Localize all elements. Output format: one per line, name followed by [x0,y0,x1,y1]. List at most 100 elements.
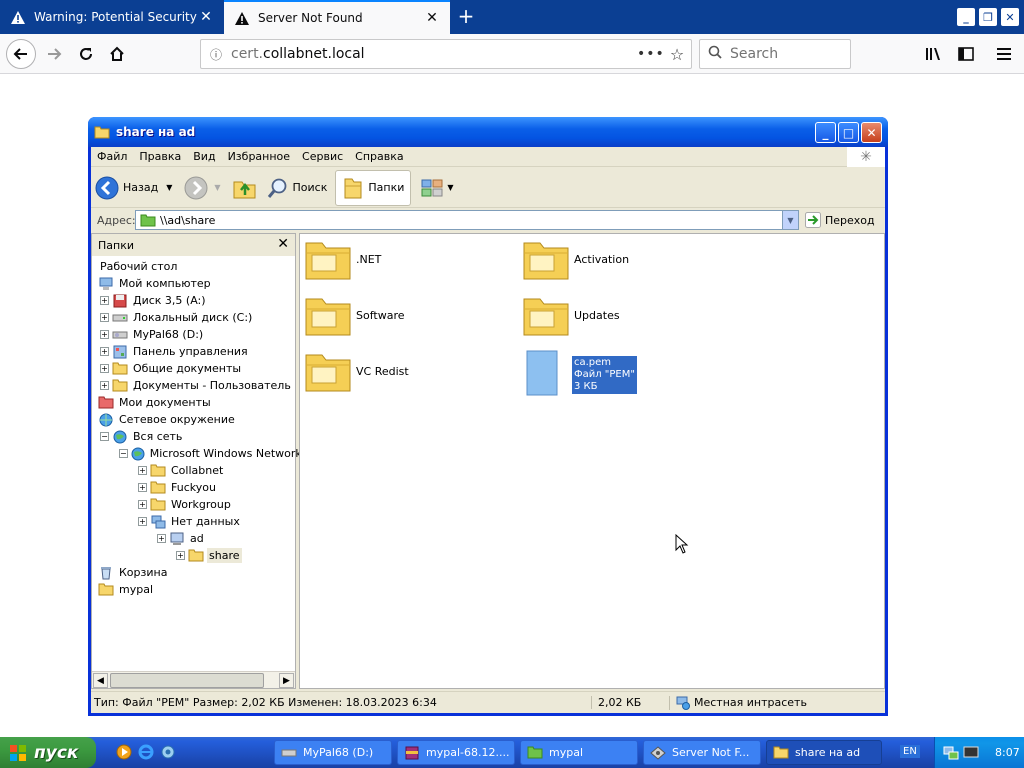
expand-toggle-icon[interactable]: + [100,364,109,373]
forward-button[interactable]: ▼ [180,170,224,206]
task-mypal68-drive[interactable]: MyPal68 (D:) [274,740,392,765]
folder-item-updates[interactable]: Updates [522,292,620,338]
collapse-toggle-icon[interactable]: − [119,449,128,458]
page-actions-icon[interactable]: ••• [637,46,664,62]
tree-item-share[interactable]: + share [92,547,295,564]
expand-toggle-icon[interactable]: + [100,313,109,322]
tree-item-ms-windows-network[interactable]: − Microsoft Windows Network [92,445,302,462]
views-button[interactable]: ▼ [417,170,457,206]
close-window-button[interactable]: ✕ [1001,8,1019,26]
home-button[interactable] [103,40,131,68]
expand-toggle-icon[interactable]: + [157,534,166,543]
media-player-icon[interactable] [116,744,132,760]
folder-item-activation[interactable]: Activation [522,236,629,282]
task-mypal-archive[interactable]: mypal-68.12.... [397,740,515,765]
minimize-window-button[interactable]: _ [957,8,975,26]
expand-toggle-icon[interactable]: + [100,347,109,356]
dropdown-arrow-icon[interactable]: ▼ [166,183,172,192]
library-button[interactable] [920,40,948,68]
language-indicator[interactable]: EN [900,745,920,758]
folders-button[interactable]: Папки [335,169,412,206]
reload-button[interactable] [72,40,100,68]
scroll-thumb[interactable] [110,673,264,688]
expand-toggle-icon[interactable]: + [138,517,147,526]
menu-button[interactable] [990,40,1018,68]
close-tab-icon[interactable]: ✕ [424,10,440,26]
tree-item-shared-docs[interactable]: + Общие документы [92,360,295,377]
scroll-left-icon[interactable]: ◀ [93,673,108,688]
tree-item-workgroup[interactable]: + Workgroup [92,496,295,513]
expand-toggle-icon[interactable]: + [100,381,109,390]
tab-server-not-found[interactable]: Server Not Found ✕ [224,0,450,34]
task-mypal-folder[interactable]: mypal [520,740,638,765]
explorer-title-bar[interactable]: share на ad _ □ ✕ [88,117,888,147]
monitor-tray-icon[interactable] [963,745,979,761]
bookmark-star-icon[interactable]: ☆ [663,45,691,64]
expand-toggle-icon[interactable]: + [138,500,147,509]
network-tray-icon[interactable] [943,745,959,761]
new-tab-button[interactable]: + [454,4,478,28]
menu-favorites[interactable]: Избранное [222,150,296,163]
tab-security-warning[interactable]: Warning: Potential Security Risk Ahead ✕ [0,0,224,34]
tree-item-collabnet[interactable]: + Collabnet [92,462,295,479]
folder-icon [773,745,789,761]
maximize-button[interactable]: □ [838,122,859,143]
folder-item-software[interactable]: Software [304,292,405,338]
menu-edit[interactable]: Правка [133,150,187,163]
back-button[interactable] [6,39,36,69]
tree-item-entire-network[interactable]: − Вся сеть [92,428,295,445]
expand-toggle-icon[interactable]: + [176,551,185,560]
tree-item-my-computer[interactable]: Мой компьютер [92,275,295,292]
search-button[interactable]: Поиск [263,170,332,206]
internet-explorer-icon[interactable] [138,744,154,760]
sidebar-button[interactable] [952,40,980,68]
tree-item-control-panel[interactable]: + Панель управления [92,343,295,360]
sidebar-icon [958,47,974,61]
minimize-button[interactable]: _ [815,122,836,143]
tree-item-ad[interactable]: + ad [92,530,295,547]
task-share-on-ad[interactable]: share на ad [766,740,882,765]
collapse-toggle-icon[interactable]: − [100,432,109,441]
menu-view[interactable]: Вид [187,150,221,163]
tree-item-fuckyou[interactable]: + Fuckyou [92,479,295,496]
up-folder-button[interactable] [229,170,261,206]
expand-toggle-icon[interactable]: + [138,466,147,475]
folder-item-vc-redist[interactable]: VC Redist [304,348,409,394]
tree-item-no-data[interactable]: + Нет данных [92,513,295,530]
close-button[interactable]: ✕ [861,122,882,143]
menu-file[interactable]: Файл [91,150,133,163]
close-pane-icon[interactable]: ✕ [277,236,289,252]
folder-item-dotnet[interactable]: .NET [304,236,381,282]
tree-item-drive-c[interactable]: + Локальный диск (C:) [92,309,295,326]
menu-tools[interactable]: Сервис [296,150,349,163]
scroll-right-icon[interactable]: ▶ [279,673,294,688]
address-dropdown-icon[interactable]: ▼ [782,211,798,229]
tree-item-desktop[interactable]: Рабочий стол [92,258,295,275]
tree-item-mypal[interactable]: mypal [92,581,295,598]
menu-help[interactable]: Справка [349,150,409,163]
horizontal-scrollbar[interactable]: ◀ ▶ [92,671,295,688]
forward-button[interactable] [40,40,68,68]
globe-icon [131,447,145,461]
info-icon[interactable]: ⓘ [201,46,231,63]
tree-item-user-docs[interactable]: + Документы - Пользователь [92,377,295,394]
start-button[interactable]: пуск [0,737,96,768]
tree-item-drive-d[interactable]: + MyPal68 (D:) [92,326,295,343]
go-button[interactable]: Переход [805,212,875,228]
tree-item-my-documents[interactable]: Мои документы [92,394,295,411]
address-field[interactable]: \\ad\share ▼ [135,210,799,230]
task-browser[interactable]: Server Not F... [643,740,761,765]
settings-icon[interactable] [160,744,176,760]
close-tab-icon[interactable]: ✕ [198,9,214,25]
restore-window-button[interactable]: ❐ [979,8,997,26]
expand-toggle-icon[interactable]: + [100,296,109,305]
search-bar[interactable]: Search [699,39,851,69]
expand-toggle-icon[interactable]: + [138,483,147,492]
back-button[interactable]: Назад ▼ [91,170,176,206]
tree-item-network-places[interactable]: Сетевое окружение [92,411,295,428]
tree-item-recycle-bin[interactable]: Корзина [92,564,295,581]
tree-item-floppy[interactable]: + Диск 3,5 (A:) [92,292,295,309]
file-item-ca-pem[interactable]: ca.pem Файл "PEM" 3 КБ [526,350,637,399]
url-bar[interactable]: ⓘ cert.collabnet.local ••• ☆ [200,39,692,69]
expand-toggle-icon[interactable]: + [100,330,109,339]
